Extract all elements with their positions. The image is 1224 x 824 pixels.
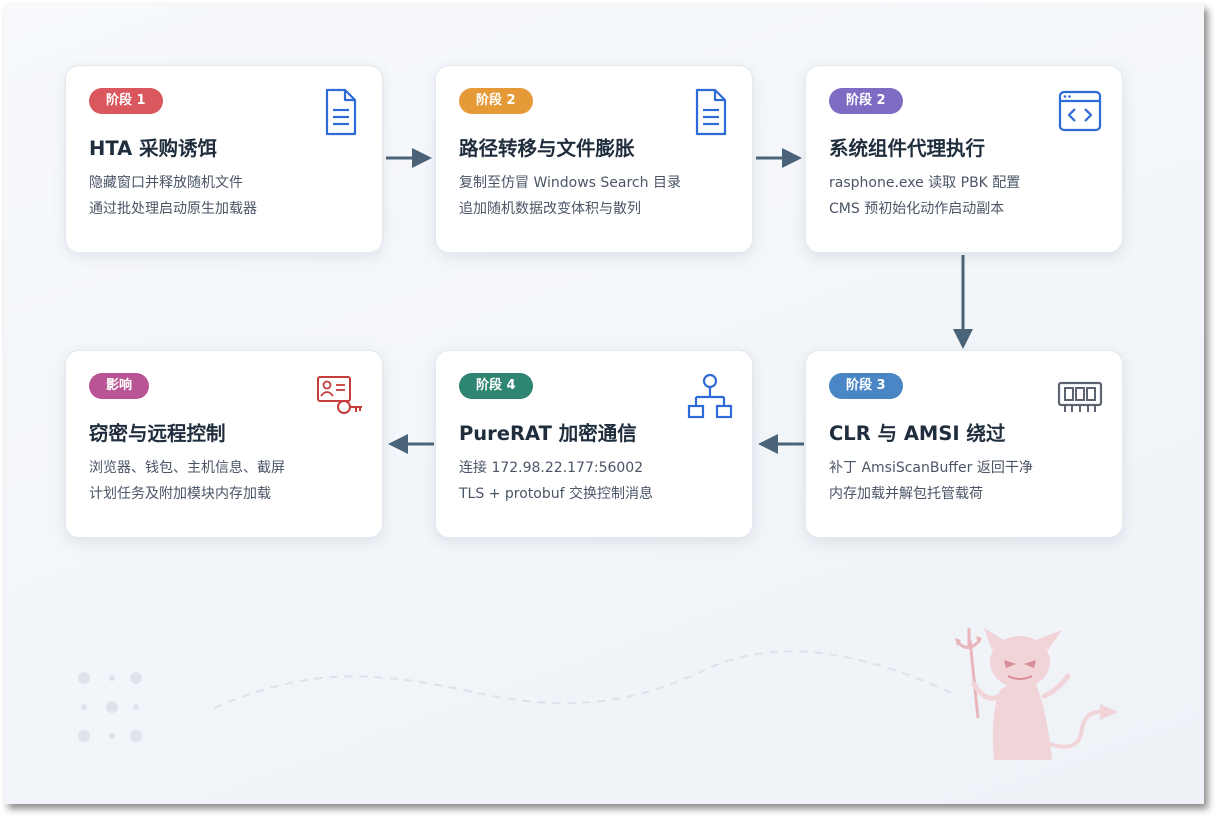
- stage-card-purerat-comms: 阶段 4 PureRAT 加密通信 连接 172.98.22.177:56002…: [435, 350, 753, 538]
- devil-mascot-decoration: [955, 628, 1118, 760]
- stage-title: 路径转移与文件膨胀: [459, 137, 635, 160]
- stage-detail-1: 复制至仿冒 Windows Search 目录: [459, 175, 681, 191]
- stage-badge: 阶段 1: [89, 88, 163, 114]
- memory-chip-icon: [1057, 381, 1103, 412]
- code-window-icon: [1058, 90, 1102, 132]
- stage-badge: 阶段 3: [829, 373, 903, 399]
- diagram-canvas: 阶段 1 HTA 采购诱饵 隐藏窗口并释放随机文件 通过批处理启动原生加载器 阶…: [4, 4, 1204, 804]
- dashed-wave-decoration: [213, 650, 955, 709]
- stage-card-proxy-execution: 阶段 2 系统组件代理执行 rasphone.exe 读取 PBK 配置 CMS…: [805, 65, 1123, 253]
- stage-detail-2: 计划任务及附加模块内存加载: [89, 486, 271, 502]
- stage-card-impact: 影响 窃密与远程控制 浏览器、钱包、主机信息、截屏 计划任务及附加模块内存加载: [65, 350, 383, 538]
- stage-title: 系统组件代理执行: [829, 137, 986, 160]
- stage-detail-1: 浏览器、钱包、主机信息、截屏: [89, 460, 285, 476]
- credential-key-icon: [317, 376, 362, 414]
- stage-detail-2: 内存加载并解包托管载荷: [829, 486, 983, 502]
- stage-card-clr-amsi-bypass: 阶段 3 CLR 与 AMSI 绕过 补丁 AmsiScanBuffer 返回干…: [805, 350, 1123, 538]
- flow-arrow-right: [386, 148, 432, 168]
- stage-badge: 阶段 2: [829, 88, 903, 114]
- stage-title: PureRAT 加密通信: [459, 422, 637, 445]
- stage-detail-1: 连接 172.98.22.177:56002: [459, 460, 644, 476]
- stage-detail-1: 隐藏窗口并释放随机文件: [89, 175, 243, 191]
- document-icon: [695, 88, 727, 136]
- stage-detail-2: 通过批处理启动原生加载器: [89, 201, 257, 217]
- stage-detail-1: rasphone.exe 读取 PBK 配置: [829, 175, 1021, 191]
- stage-title: HTA 采购诱饵: [89, 137, 217, 160]
- stage-card-path-inflation: 阶段 2 路径转移与文件膨胀 复制至仿冒 Windows Search 目录 追…: [435, 65, 753, 253]
- document-icon: [325, 88, 357, 136]
- stage-badge: 阶段 4: [459, 373, 533, 399]
- flow-arrow-down: [953, 255, 973, 349]
- stage-detail-2: CMS 预初始化动作启动副本: [829, 201, 1005, 217]
- stage-badge: 影响: [89, 373, 150, 399]
- dot-grid-decoration: [78, 672, 142, 742]
- flow-arrow-right: [756, 148, 802, 168]
- stage-title: 窃密与远程控制: [89, 422, 226, 445]
- stage-detail-2: TLS + protobuf 交换控制消息: [459, 486, 653, 502]
- stage-badge: 阶段 2: [459, 88, 533, 114]
- stage-detail-2: 追加随机数据改变体积与散列: [459, 201, 641, 217]
- stage-title: CLR 与 AMSI 绕过: [829, 422, 1006, 445]
- stage-card-hta-lure: 阶段 1 HTA 采购诱饵 隐藏窗口并释放随机文件 通过批处理启动原生加载器: [65, 65, 383, 253]
- flow-arrow-left: [388, 434, 434, 454]
- flow-arrow-left: [758, 434, 804, 454]
- stage-detail-1: 补丁 AmsiScanBuffer 返回干净: [829, 460, 1033, 476]
- network-icon: [687, 373, 733, 419]
